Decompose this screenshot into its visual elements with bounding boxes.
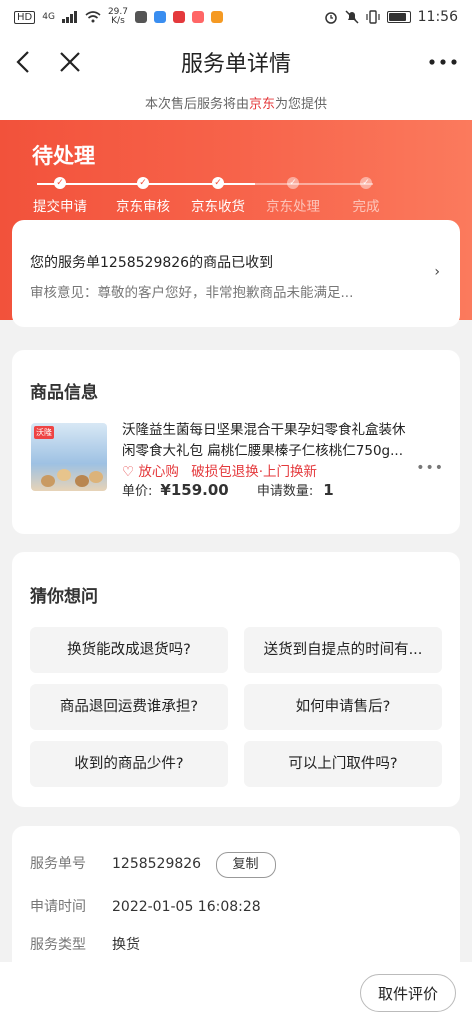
product-image-brand: 沃隆 <box>34 426 54 439</box>
faq-question[interactable]: 商品退回运费谁承担? <box>30 684 228 730</box>
battery-icon <box>386 11 411 23</box>
more-button[interactable] <box>426 48 460 76</box>
gift-app-icon <box>191 11 204 23</box>
jd-app-icon <box>172 11 185 23</box>
product-name[interactable]: 沃隆益生菌每日坚果混合干果孕妇零食礼盒装休 闲零食大礼包 扁桃仁腰果榛子仁核桃仁… <box>122 420 412 462</box>
more-options-icon[interactable]: ••• <box>416 460 444 476</box>
service-type: 换货 <box>112 937 140 953</box>
back-button[interactable] <box>10 48 38 76</box>
faq-question[interactable]: 收到的商品少件? <box>30 741 228 787</box>
check-icon: ✓ <box>360 177 372 189</box>
check-icon: ✓ <box>287 177 299 189</box>
order-number-row: 服务单号 1258529826 复制 <box>30 852 276 878</box>
step-submit: ✓ 提交申请 <box>33 177 87 215</box>
unit-price: ¥159.00 <box>160 481 229 499</box>
service-provider-notice: 本次售后服务将由京东为您提供 <box>0 90 472 120</box>
apply-time-row: 申请时间 2022-01-05 16:08:28 <box>30 899 261 915</box>
video-app-icon <box>210 11 223 23</box>
faq-section-title: 猜你想问 <box>30 587 98 607</box>
hd-badge: HD <box>14 10 36 24</box>
mute-icon <box>345 10 359 24</box>
faq-question[interactable]: 可以上门取件吗? <box>244 741 442 787</box>
copy-button[interactable]: 复制 <box>215 852 276 878</box>
apply-time: 2022-01-05 16:08:28 <box>112 899 261 915</box>
network-badge: 4G <box>42 12 55 22</box>
wifi-icon <box>85 11 101 23</box>
step-complete: ✓ 完成 <box>352 177 380 215</box>
message-sub: 审核意见：尊敬的客户您好，非常抱歉商品未能满足... <box>30 285 354 301</box>
bottom-action-bar: 取件评价 <box>0 962 472 1024</box>
shield-app-icon <box>153 11 166 23</box>
review-message-card[interactable]: 您的服务单1258529826的商品已收到 审核意见：尊敬的客户您好，非常抱歉商… <box>12 220 460 327</box>
faq-question[interactable]: 如何申请售后? <box>244 684 442 730</box>
status-bar: HD 4G 29.7 K/s 11:56 <box>0 0 472 34</box>
order-number: 1258529826 <box>112 856 202 872</box>
heart-shield-icon: ♡ <box>122 464 135 480</box>
progress-steps: ✓ 提交申请 ✓ 京东审核 ✓ 京东收货 ✓ 京东处理 ✓ 完成 <box>0 174 472 224</box>
net-speed: 29.7 K/s <box>107 7 128 26</box>
clock: 11:56 <box>417 9 458 25</box>
faq-question[interactable]: 换货能改成退货吗? <box>30 627 228 673</box>
product-image[interactable]: 沃隆 <box>31 423 107 491</box>
close-icon <box>60 52 80 72</box>
goods-info-card: 商品信息 沃隆 沃隆益生菌每日坚果混合干果孕妇零食礼盒装休 闲零食大礼包 扁桃仁… <box>12 350 460 534</box>
close-button[interactable] <box>56 48 84 76</box>
provider-brand[interactable]: 京东 <box>249 97 275 112</box>
apply-quantity: 1 <box>323 481 334 499</box>
vibrate-icon <box>366 10 380 24</box>
chevron-left-icon <box>16 51 29 73</box>
check-icon: ✓ <box>54 177 66 189</box>
signal-icon <box>61 11 77 23</box>
alarm-icon <box>324 12 337 24</box>
more-icon <box>429 59 457 65</box>
check-icon: ✓ <box>137 177 149 189</box>
message-main: 您的服务单1258529826的商品已收到 <box>30 255 274 271</box>
app-notification-icon <box>134 11 147 23</box>
faq-card: 猜你想问 换货能改成退货吗? 送货到自提点的时间有... 商品退回运费谁承担? … <box>12 552 460 807</box>
product-service-tags: ♡ 放心购 破损包退换·上门换新 <box>122 464 317 480</box>
goods-section-title: 商品信息 <box>30 383 98 403</box>
nav-bar: 服务单详情 <box>0 34 472 90</box>
product-price-row: 单价: ¥159.00 申请数量: 1 <box>122 481 334 499</box>
evaluate-pickup-button[interactable]: 取件评价 <box>360 974 456 1012</box>
service-type-row: 服务类型 换货 <box>30 937 140 953</box>
faq-question[interactable]: 送货到自提点的时间有... <box>244 627 442 673</box>
order-status-title: 待处理 <box>32 144 95 168</box>
chevron-right-icon: › <box>434 264 440 280</box>
check-icon: ✓ <box>212 177 224 189</box>
